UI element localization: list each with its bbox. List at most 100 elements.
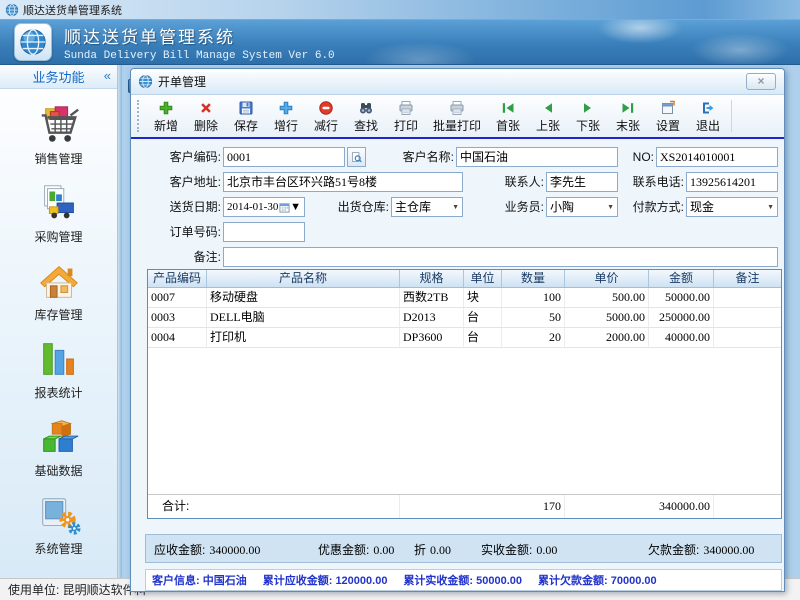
table-cell[interactable]: 2000.00: [565, 328, 649, 347]
salesman-label: 业务员:: [494, 197, 544, 217]
billing-dialog: 开单管理 × 新增 删除 保存 增行 减行: [130, 68, 785, 592]
close-icon[interactable]: ×: [746, 73, 776, 90]
customer-lookup-button[interactable]: [347, 147, 366, 167]
table-cell[interactable]: 块: [464, 288, 502, 307]
payment-method-select[interactable]: 现金 ▼: [686, 197, 778, 217]
warehouse-label: 出货仓库:: [319, 197, 389, 217]
discount-amount: 优惠金额:0.00: [318, 541, 394, 558]
report-bar-chart-icon: [36, 336, 82, 382]
last-record-button[interactable]: 末张: [608, 97, 648, 136]
customer-code-field[interactable]: 0001: [223, 147, 345, 167]
toolbar-grip[interactable]: [137, 100, 142, 132]
contact-person-label: 联系人:: [494, 172, 544, 192]
bill-no-label: NO:: [624, 147, 654, 167]
previous-record-button[interactable]: 上张: [528, 97, 568, 136]
arrears-amount: 欠款金额:340000.00: [648, 541, 754, 558]
batch-print-button[interactable]: 批量打印: [426, 97, 488, 136]
column-header[interactable]: 规格: [400, 270, 464, 287]
print-button[interactable]: 打印: [386, 97, 426, 136]
save-button[interactable]: 保存: [226, 97, 266, 136]
salesman-select[interactable]: 小陶 ▼: [546, 197, 618, 217]
column-header[interactable]: 数量: [502, 270, 565, 287]
window-titlebar[interactable]: 顺达送货单管理系统: [0, 0, 800, 20]
table-cell[interactable]: 5000.00: [565, 308, 649, 327]
status-customer-info: 客户信息: 中国石油: [152, 572, 247, 588]
table-cell[interactable]: 打印机: [207, 328, 400, 347]
remark-field[interactable]: [223, 247, 778, 267]
table-cell[interactable]: 50000.00: [649, 288, 714, 307]
contact-phone-field[interactable]: 13925614201: [686, 172, 778, 192]
contact-phone-label: 联系电话:: [616, 172, 684, 192]
remove-row-icon: [318, 100, 334, 116]
delete-button[interactable]: 删除: [186, 97, 226, 136]
table-cell[interactable]: 40000.00: [649, 328, 714, 347]
table-cell[interactable]: 0004: [148, 328, 207, 347]
customer-name-field[interactable]: 中国石油: [456, 147, 618, 167]
total-amount: 340000.00: [649, 495, 714, 518]
dialog-titlebar[interactable]: 开单管理 ×: [131, 69, 784, 95]
table-cell[interactable]: DELL电脑: [207, 308, 400, 327]
warehouse-select[interactable]: 主仓库 ▼: [391, 197, 463, 217]
toolbar-separator: [731, 100, 732, 132]
sidebar-item-system[interactable]: 系统管理: [0, 492, 117, 557]
column-header[interactable]: 金额: [649, 270, 714, 287]
settings-button[interactable]: 设置: [648, 97, 688, 136]
table-cell[interactable]: [714, 288, 781, 307]
next-record-button[interactable]: 下张: [568, 97, 608, 136]
table-cell[interactable]: 西数2TB: [400, 288, 464, 307]
status-total-arrears: 累计欠款金额: 70000.00: [538, 572, 657, 588]
table-cell[interactable]: 台: [464, 328, 502, 347]
first-record-button[interactable]: 首张: [488, 97, 528, 136]
table-cell[interactable]: [714, 308, 781, 327]
order-no-label: 订单号码:: [141, 222, 221, 242]
sidebar: 业务功能 « 销售管理 采购管理 库存管理 报表统计: [0, 65, 118, 578]
table-cell[interactable]: 0003: [148, 308, 207, 327]
table-cell[interactable]: 移动硬盘: [207, 288, 400, 307]
customer-name-label: 客户名称:: [386, 147, 454, 167]
contact-person-field[interactable]: 李先生: [546, 172, 618, 192]
delivery-date-picker[interactable]: 2014-01-30 ▼: [223, 197, 305, 217]
sidebar-item-sales[interactable]: 销售管理: [0, 102, 117, 167]
table-cell[interactable]: 500.00: [565, 288, 649, 307]
sidebar-header: 业务功能 «: [0, 65, 117, 89]
sidebar-item-inventory[interactable]: 库存管理: [0, 258, 117, 323]
sidebar-collapse-icon[interactable]: «: [104, 68, 111, 83]
exit-button[interactable]: 退出: [688, 97, 728, 136]
table-row[interactable]: 0004打印机DP3600台202000.0040000.00: [148, 328, 781, 348]
delete-icon: [198, 100, 214, 116]
column-header[interactable]: 备注: [714, 270, 781, 287]
table-cell[interactable]: 100: [502, 288, 565, 307]
order-no-field[interactable]: [223, 222, 305, 242]
table-cell[interactable]: 0007: [148, 288, 207, 307]
dialog-toolbar: 新增 删除 保存 增行 减行 查找: [131, 95, 784, 137]
column-header[interactable]: 产品名称: [207, 270, 400, 287]
column-header[interactable]: 单价: [565, 270, 649, 287]
sidebar-item-purchase[interactable]: 采购管理: [0, 180, 117, 245]
print-icon: [398, 100, 414, 116]
customer-address-label: 客户地址:: [141, 172, 221, 192]
table-cell[interactable]: [714, 328, 781, 347]
sidebar-item-label: 基础数据: [34, 462, 82, 479]
remove-row-button[interactable]: 减行: [306, 97, 346, 136]
table-cell[interactable]: 250000.00: [649, 308, 714, 327]
add-row-button[interactable]: 增行: [266, 97, 306, 136]
add-button[interactable]: 新增: [146, 97, 186, 136]
sidebar-item-reports[interactable]: 报表统计: [0, 336, 117, 401]
column-header[interactable]: 单位: [464, 270, 502, 287]
table-cell[interactable]: D2013: [400, 308, 464, 327]
received-amount: 实收金额:0.00: [481, 541, 557, 558]
table-row[interactable]: 0007移动硬盘西数2TB块100500.0050000.00: [148, 288, 781, 308]
table-row[interactable]: 0003DELL电脑D2013台505000.00250000.00: [148, 308, 781, 328]
sidebar-item-base-data[interactable]: 基础数据: [0, 414, 117, 479]
customer-address-field[interactable]: 北京市丰台区环兴路51号8楼: [223, 172, 463, 192]
bill-no-field[interactable]: XS2014010001: [656, 147, 778, 167]
table-cell[interactable]: 50: [502, 308, 565, 327]
column-header[interactable]: 产品编码: [148, 270, 207, 287]
find-button[interactable]: 查找: [346, 97, 386, 136]
table-cell[interactable]: 台: [464, 308, 502, 327]
app-subtitle: Sunda Delivery Bill Manage System Ver 6.…: [64, 50, 335, 62]
table-cell[interactable]: DP3600: [400, 328, 464, 347]
total-quantity: 170: [502, 495, 565, 518]
table-cell[interactable]: 20: [502, 328, 565, 347]
system-gears-icon: [36, 492, 82, 538]
